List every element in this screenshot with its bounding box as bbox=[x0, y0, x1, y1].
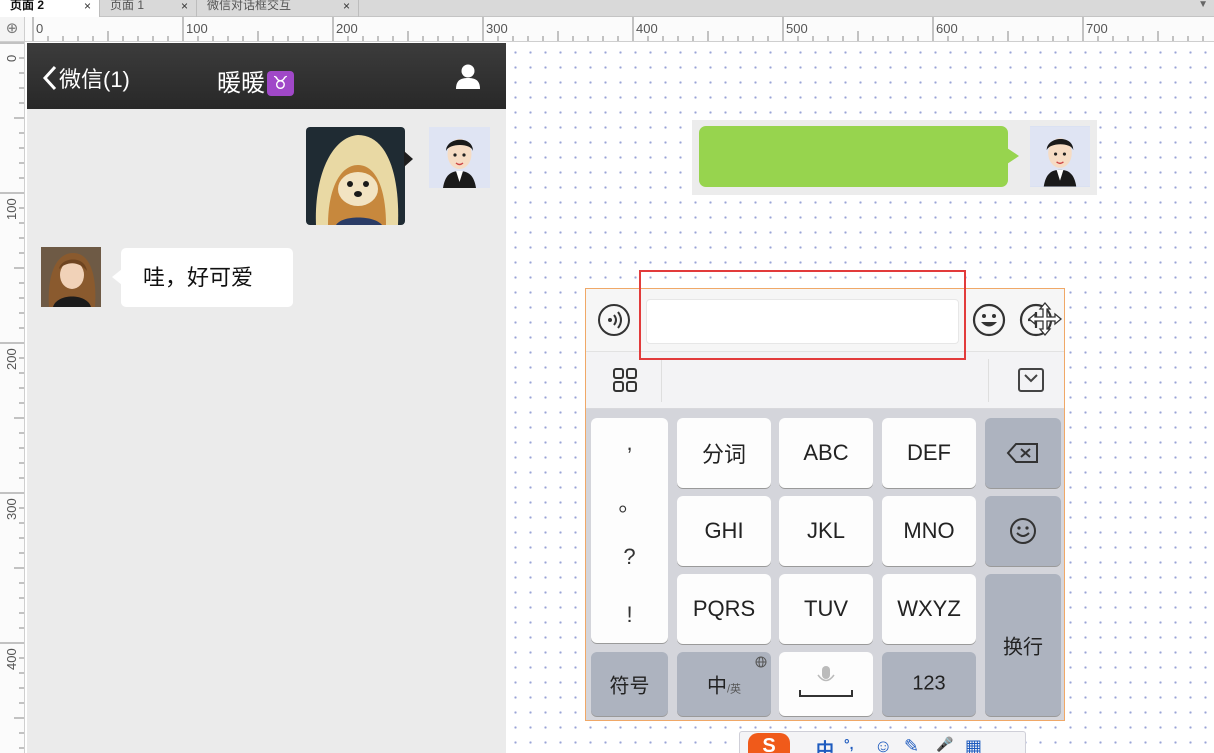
ruler-label: 100 bbox=[4, 198, 19, 220]
key-def[interactable]: DEF bbox=[882, 418, 976, 488]
ime-voice-icon[interactable]: 🎤 bbox=[936, 736, 953, 753]
ruler-label: 500 bbox=[786, 21, 808, 36]
smiley-icon bbox=[1010, 518, 1036, 544]
backspace-key[interactable] bbox=[985, 418, 1061, 488]
back-button[interactable]: 微信(1) bbox=[41, 62, 130, 94]
contact-name: 暖暖 bbox=[217, 70, 265, 97]
key-ghi[interactable]: GHI bbox=[677, 496, 771, 566]
ime-toolbox-icon[interactable]: ▦ bbox=[965, 736, 982, 753]
ime-punct-mode[interactable]: °, bbox=[844, 736, 854, 752]
key-wxyz[interactable]: WXYZ bbox=[882, 574, 976, 644]
lang-key-sub: /英 bbox=[726, 683, 742, 696]
tab-label: 页面 1 bbox=[110, 0, 145, 12]
key-jkl[interactable]: JKL bbox=[779, 496, 873, 566]
ruler-label: 700 bbox=[1086, 21, 1108, 36]
ruler-label: 200 bbox=[4, 348, 19, 370]
divider bbox=[661, 359, 662, 402]
received-text-message[interactable]: 哇，好可爱 bbox=[121, 248, 293, 307]
green-message-bubble[interactable] bbox=[699, 126, 1008, 187]
ruler-origin-icon[interactable]: ⊕ bbox=[0, 17, 25, 42]
tab-bar: 页面 2 × 页面 1 × 微信对话框交互 × ▼ bbox=[0, 0, 1214, 17]
symbol-key[interactable]: 符号 bbox=[591, 652, 668, 716]
backspace-icon bbox=[1006, 443, 1038, 463]
taurus-badge: ♉ bbox=[267, 71, 294, 96]
cartoon-man-avatar bbox=[1030, 126, 1090, 187]
ime-handwrite-icon[interactable]: ✎ bbox=[904, 736, 919, 753]
woman-photo-avatar bbox=[41, 247, 101, 307]
chevron-left-icon bbox=[42, 65, 57, 91]
key-mno[interactable]: MNO bbox=[882, 496, 976, 566]
message-tail bbox=[404, 151, 413, 167]
chat-screen: 微信(1) 暖暖 ♉ 哇，好可爱 bbox=[27, 43, 506, 753]
ruler-label: 0 bbox=[4, 54, 19, 62]
key-split-word[interactable]: 分词 bbox=[677, 418, 771, 488]
collapse-keyboard-icon[interactable] bbox=[1018, 368, 1044, 392]
tab-page-1[interactable]: 页面 1 × bbox=[100, 0, 197, 17]
key-abc[interactable]: ABC bbox=[779, 418, 873, 488]
message-tail bbox=[1007, 148, 1019, 164]
space-key[interactable] bbox=[779, 652, 873, 716]
ruler-label: 300 bbox=[4, 498, 19, 520]
key-tuv[interactable]: TUV bbox=[779, 574, 873, 644]
chat-nav-bar: 微信(1) 暖暖 ♉ bbox=[27, 43, 506, 109]
highlight-annotation-box bbox=[639, 270, 966, 360]
dog-photo bbox=[306, 127, 405, 225]
ruler-label: 200 bbox=[336, 21, 358, 36]
my-avatar[interactable] bbox=[429, 127, 490, 188]
voice-icon[interactable] bbox=[598, 304, 630, 336]
punct-comma-key[interactable]: , bbox=[591, 430, 668, 456]
tab-label: 微信对话框交互 bbox=[207, 0, 292, 12]
number-key[interactable]: 123 bbox=[882, 652, 976, 716]
microphone-space-icon bbox=[799, 666, 853, 697]
sent-image-message[interactable] bbox=[306, 127, 405, 225]
tab-close-icon[interactable]: × bbox=[343, 0, 350, 12]
tab-close-icon[interactable]: × bbox=[181, 0, 188, 12]
ime-candidate-bar bbox=[586, 352, 1064, 409]
punct-question-key[interactable]: ? bbox=[591, 544, 668, 570]
sogou-logo-icon: S bbox=[748, 733, 790, 753]
lang-key-label: 中 bbox=[706, 675, 727, 698]
ruler-label: 300 bbox=[486, 21, 508, 36]
tab-overflow-icon[interactable]: ▼ bbox=[1198, 0, 1208, 10]
cartoon-man-avatar bbox=[429, 127, 490, 188]
enter-key[interactable]: 换行 bbox=[985, 574, 1061, 716]
punctuation-column[interactable]: , 。 ? ! bbox=[591, 418, 668, 643]
friend-avatar[interactable] bbox=[41, 247, 101, 307]
tab-close-icon[interactable]: × bbox=[84, 0, 91, 12]
ime-chinese-mode[interactable]: 中 bbox=[816, 736, 834, 753]
emoji-key[interactable] bbox=[985, 496, 1061, 566]
punct-exclaim-key[interactable]: ! bbox=[591, 602, 668, 628]
punct-period-key[interactable]: 。 bbox=[591, 486, 668, 518]
contact-profile-icon[interactable] bbox=[455, 63, 481, 89]
tab-wechat-dialog[interactable]: 微信对话框交互 × bbox=[197, 0, 359, 17]
grid-menu-icon[interactable] bbox=[613, 368, 637, 392]
chat-title: 暖暖 ♉ bbox=[217, 63, 294, 98]
ruler-label: 400 bbox=[636, 21, 658, 36]
tab-page-2[interactable]: 页面 2 × bbox=[0, 0, 100, 17]
emoji-icon[interactable] bbox=[972, 303, 1006, 337]
horizontal-ruler: 0 100 200 300 400 500 600 700 bbox=[25, 17, 1214, 42]
globe-icon bbox=[755, 656, 767, 668]
key-pqrs[interactable]: PQRS bbox=[677, 574, 771, 644]
ime-emoji-icon[interactable]: ☺ bbox=[874, 736, 892, 753]
vertical-ruler: 0 100 200 300 400 bbox=[0, 42, 25, 753]
voice-wave-icon bbox=[608, 311, 622, 329]
ruler-label: 400 bbox=[4, 648, 19, 670]
sogou-ime-toolbar[interactable]: S 中 °, ☺ ✎ 🎤 ▦ bbox=[739, 731, 1026, 753]
language-switch-key[interactable]: 中/英 bbox=[677, 652, 771, 716]
ruler-label: 600 bbox=[936, 21, 958, 36]
vertical-ruler-ticks bbox=[0, 42, 24, 749]
move-cursor-icon bbox=[1027, 301, 1063, 337]
ruler-label: 0 bbox=[36, 21, 44, 36]
my-avatar[interactable] bbox=[1030, 126, 1090, 187]
ruler-label: 100 bbox=[186, 21, 208, 36]
tab-label: 页面 2 bbox=[10, 0, 45, 12]
divider bbox=[988, 359, 989, 402]
chevron-down-icon bbox=[1024, 374, 1038, 383]
back-label: 微信(1) bbox=[59, 67, 130, 92]
